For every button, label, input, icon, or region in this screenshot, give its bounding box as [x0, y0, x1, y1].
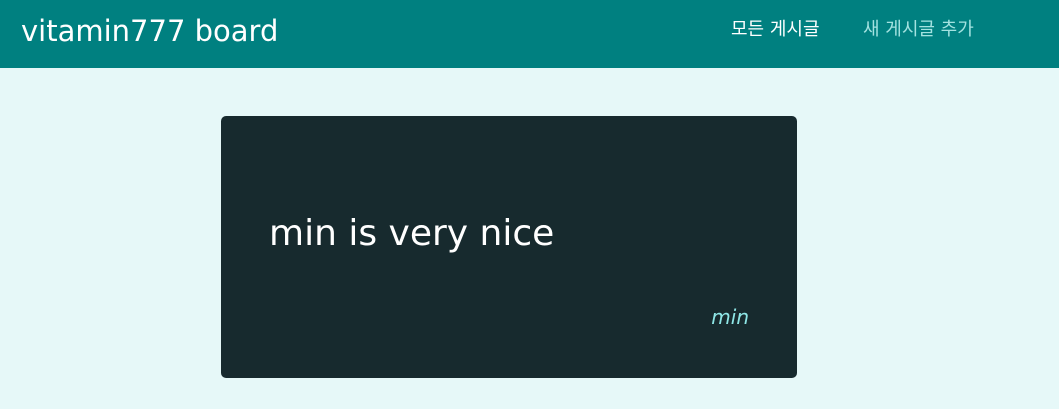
top-navbar: vitamin777 board 모든 게시글 새 게시글 추가	[0, 0, 1059, 68]
post-card: min is very nice min	[221, 116, 797, 378]
nav-all-posts-link[interactable]: 모든 게시글	[731, 18, 820, 42]
nav-add-post-link[interactable]: 새 게시글 추가	[863, 18, 974, 42]
brand-link[interactable]: vitamin777 board	[21, 12, 278, 50]
post-content: min is very nice	[269, 213, 555, 254]
post-author: min	[711, 305, 749, 329]
